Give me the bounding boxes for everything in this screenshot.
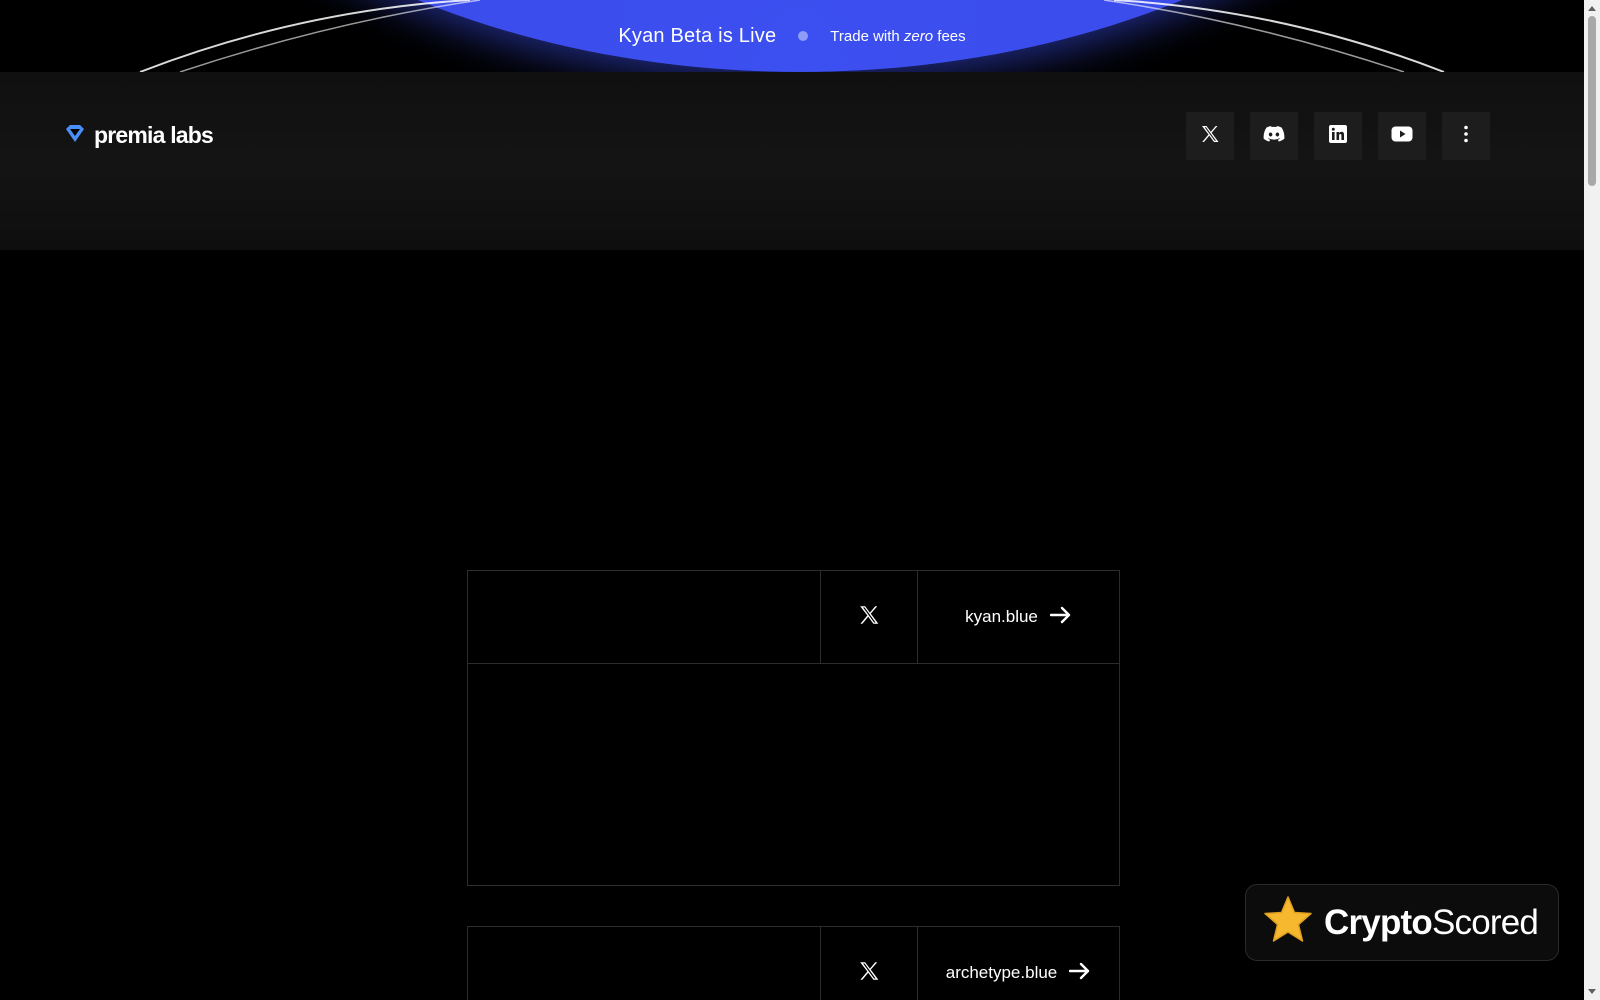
website-link-label: archetype.blue	[945, 963, 1058, 982]
card-header-row: archetype.blue	[468, 927, 1119, 1000]
arrow-right-icon	[1069, 962, 1091, 985]
scroll-up-arrow-icon[interactable]	[1584, 0, 1600, 16]
youtube-icon	[1391, 126, 1413, 147]
star-icon	[1262, 895, 1314, 950]
x-icon	[858, 960, 880, 987]
discord-button[interactable]	[1250, 112, 1298, 160]
card-x-link[interactable]	[821, 927, 918, 1000]
website-link-label: kyan.blue	[965, 607, 1038, 626]
logo-text: premia labs	[94, 122, 214, 148]
social-links	[1186, 112, 1490, 160]
project-card-kyan: kyan.blue	[467, 570, 1120, 886]
premia-labs-logo[interactable]: premia labs	[64, 122, 214, 149]
more-vertical-icon	[1463, 124, 1469, 149]
x-icon	[1200, 124, 1220, 149]
x-icon	[858, 604, 880, 631]
arrow-right-icon	[1049, 606, 1072, 629]
card-x-link[interactable]	[821, 571, 918, 663]
project-card-archetype: archetype.blue	[467, 926, 1120, 1000]
youtube-button[interactable]	[1378, 112, 1426, 160]
linkedin-icon	[1328, 124, 1348, 149]
card-website-link[interactable]: kyan.blue	[918, 571, 1119, 663]
discord-icon	[1263, 125, 1285, 148]
banner-subtitle: Trade with zero fees	[830, 27, 966, 45]
scroll-down-arrow-icon[interactable]	[1584, 984, 1600, 1000]
card-body	[468, 663, 1119, 885]
banner-title: Kyan Beta is Live	[618, 24, 777, 47]
more-menu-button[interactable]	[1442, 112, 1490, 160]
cryptoscored-badge[interactable]: CryptoScored	[1245, 884, 1559, 961]
top-banner[interactable]: Kyan Beta is Live Trade with zero fees	[0, 0, 1584, 72]
card-logo-cell	[468, 927, 821, 1000]
vertical-scrollbar[interactable]	[1584, 0, 1600, 1000]
card-logo-cell	[468, 571, 821, 663]
card-website-link[interactable]: archetype.blue	[918, 927, 1119, 1000]
site-header: premia labs	[0, 72, 1584, 250]
linkedin-button[interactable]	[1314, 112, 1362, 160]
banner-dot	[798, 31, 809, 41]
diamond-logo-icon	[64, 122, 86, 149]
scrollbar-thumb[interactable]	[1588, 16, 1596, 186]
x-button[interactable]	[1186, 112, 1234, 160]
card-header-row: kyan.blue	[468, 571, 1119, 663]
badge-text: CryptoScored	[1324, 902, 1539, 942]
